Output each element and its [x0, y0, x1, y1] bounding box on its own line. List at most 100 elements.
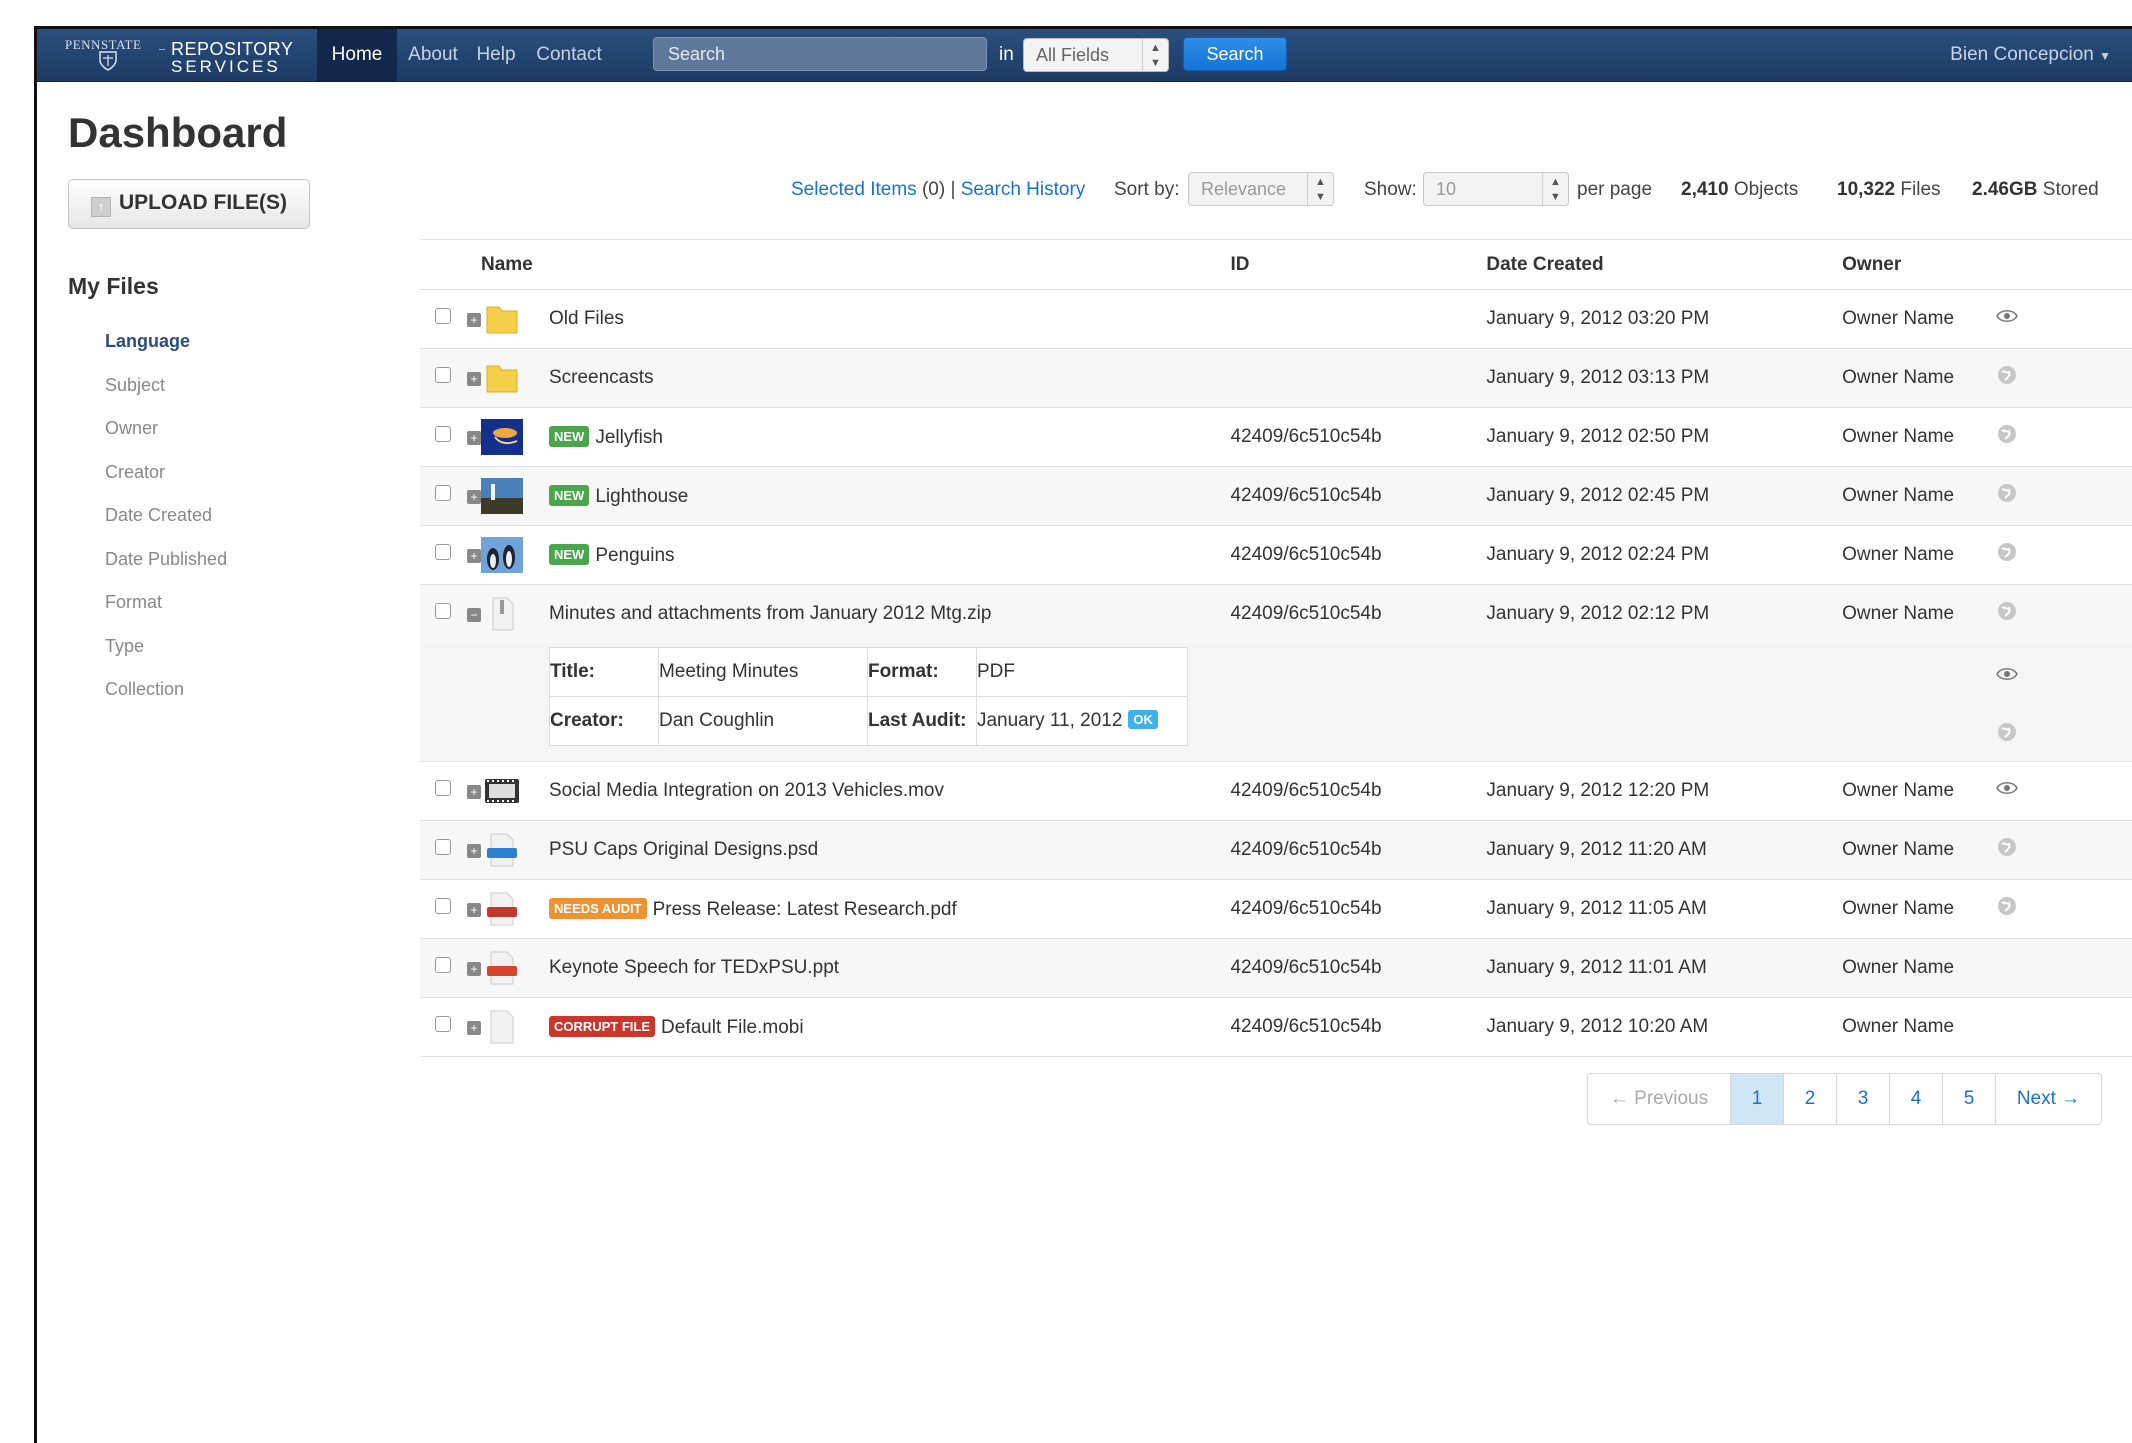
selected-items-link[interactable]: Selected Items — [791, 179, 917, 200]
eye-icon[interactable] — [1996, 777, 2018, 799]
pagination-previous[interactable]: ← Previous — [1588, 1074, 1730, 1124]
upload-files-button[interactable]: ↑ UPLOAD FILE(S) — [68, 179, 310, 229]
file-name[interactable]: PSU Caps Original Designs.psd — [548, 820, 1231, 880]
file-name[interactable]: Keynote Speech for TEDxPSU.ppt — [548, 938, 1231, 998]
table-row[interactable]: + NEEDS AUDIT Press Release: Latest Resea… — [420, 879, 2132, 939]
table-row[interactable]: + PSU Caps Original Designs.psd 42409/6c… — [420, 820, 2132, 880]
row-checkbox[interactable] — [435, 367, 451, 383]
header-name[interactable]: Name — [481, 239, 1231, 290]
globe-icon[interactable] — [1996, 482, 2018, 504]
header-date-created[interactable]: Date Created — [1486, 239, 1843, 290]
search-button[interactable]: Search — [1183, 37, 1287, 71]
file-date: January 9, 2012 11:01 AM — [1486, 938, 1843, 998]
file-name-cell[interactable]: NEW Penguins — [548, 525, 1231, 585]
expand-icon[interactable]: + — [467, 431, 481, 445]
file-name[interactable]: Social Media Integration on 2013 Vehicle… — [548, 761, 1231, 821]
search-input[interactable] — [653, 37, 987, 71]
collapse-icon[interactable]: − — [467, 608, 481, 622]
meta-audit-cell: January 11, 2012 OK — [975, 696, 1188, 746]
header-owner[interactable]: Owner — [1842, 239, 1997, 290]
globe-icon[interactable] — [1996, 836, 2018, 858]
table-row[interactable]: + Screencasts January 9, 2012 03:13 PM O… — [420, 348, 2132, 408]
globe-icon[interactable] — [1996, 423, 2018, 445]
expand-icon[interactable]: + — [467, 1021, 481, 1035]
globe-icon[interactable] — [1996, 541, 2018, 563]
nav-contact[interactable]: Contact — [529, 29, 609, 81]
expand-icon[interactable]: + — [467, 549, 481, 563]
table-row[interactable]: + NEW Penguins 42409/6c510c54b January 9,… — [420, 525, 2132, 585]
nav-about[interactable]: About — [403, 29, 463, 81]
expand-icon[interactable]: + — [467, 785, 481, 799]
pagination-next[interactable]: Next → — [1995, 1074, 2101, 1124]
new-badge: NEW — [548, 484, 590, 506]
file-date: January 9, 2012 12:20 PM — [1486, 761, 1843, 821]
facet-language[interactable]: Language — [105, 331, 190, 352]
file-name-cell[interactable]: NEEDS AUDIT Press Release: Latest Researc… — [548, 879, 1231, 939]
nav-help[interactable]: Help — [471, 29, 521, 81]
globe-icon[interactable] — [1996, 721, 2018, 743]
pagination-page-4[interactable]: 4 — [1889, 1074, 1942, 1124]
pdf-file-icon — [487, 892, 517, 926]
pagination-page-5[interactable]: 5 — [1942, 1074, 1995, 1124]
facet-date-published[interactable]: Date Published — [105, 549, 227, 570]
table-row[interactable]: − Minutes and attachments from January 2… — [420, 584, 2132, 643]
row-checkbox[interactable] — [435, 898, 451, 914]
table-row[interactable]: + Keynote Speech for TEDxPSU.ppt 42409/6… — [420, 938, 2132, 998]
facet-collection[interactable]: Collection — [105, 679, 184, 700]
expand-icon[interactable]: + — [467, 313, 481, 327]
brand-logo[interactable]: PENNSTATE REPOSITORY SERVICES — [65, 35, 315, 76]
facet-creator[interactable]: Creator — [105, 462, 165, 483]
facet-format[interactable]: Format — [105, 592, 162, 613]
eye-icon[interactable] — [1996, 305, 2018, 327]
file-name[interactable]: Minutes and attachments from January 201… — [548, 584, 1231, 643]
expand-icon[interactable]: + — [467, 372, 481, 386]
pagination: ← Previous 1 2 3 4 5 Next → — [1587, 1073, 2102, 1125]
pagination-page-3[interactable]: 3 — [1836, 1074, 1889, 1124]
globe-icon[interactable] — [1996, 895, 2018, 917]
file-date: January 9, 2012 02:24 PM — [1486, 525, 1843, 585]
expand-icon[interactable]: + — [467, 962, 481, 976]
facet-date-created[interactable]: Date Created — [105, 505, 212, 526]
row-checkbox[interactable] — [435, 839, 451, 855]
row-checkbox[interactable] — [435, 308, 451, 324]
table-row[interactable]: + Old Files January 9, 2012 03:20 PM Own… — [420, 289, 2132, 349]
table-row[interactable]: + NEW Jellyfish 42409/6c510c54b January 9… — [420, 407, 2132, 467]
per-page-select[interactable]: 10 ▲ ▼ — [1423, 172, 1569, 206]
nav-home[interactable]: Home — [317, 29, 397, 81]
file-name-cell[interactable]: NEW Jellyfish — [548, 407, 1231, 467]
file-name-cell[interactable]: CORRUPT FILE Default File.mobi — [548, 997, 1231, 1057]
row-checkbox[interactable] — [435, 544, 451, 560]
table-row[interactable]: + NEW Lighthouse 42409/6c510c54b January … — [420, 466, 2132, 526]
row-checkbox[interactable] — [435, 603, 451, 619]
row-checkbox[interactable] — [435, 426, 451, 442]
row-checkbox[interactable] — [435, 780, 451, 796]
row-checkbox[interactable] — [435, 1016, 451, 1032]
select-arrows-icon: ▲ ▼ — [1307, 173, 1333, 205]
pagination-page-1[interactable]: 1 — [1730, 1074, 1783, 1124]
facet-owner[interactable]: Owner — [105, 418, 158, 439]
user-menu[interactable]: Bien Concepcion ▼ — [1950, 29, 2111, 82]
table-row[interactable]: + Social Media Integration on 2013 Vehic… — [420, 761, 2132, 821]
expand-icon[interactable]: + — [467, 844, 481, 858]
psd-file-icon — [487, 833, 517, 867]
file-name-cell[interactable]: NEW Lighthouse — [548, 466, 1231, 526]
facet-subject[interactable]: Subject — [105, 375, 165, 396]
globe-icon[interactable] — [1996, 364, 2018, 386]
globe-icon[interactable] — [1996, 600, 2018, 622]
header-id[interactable]: ID — [1230, 239, 1487, 290]
expand-icon[interactable]: + — [467, 903, 481, 917]
table-row[interactable]: + CORRUPT FILE Default File.mobi 42409/6c… — [420, 997, 2132, 1057]
row-checkbox[interactable] — [435, 485, 451, 501]
file-name[interactable]: Screencasts — [548, 348, 1231, 408]
row-checkbox[interactable] — [435, 957, 451, 973]
search-field-select[interactable]: All Fields ▲ ▼ — [1023, 38, 1169, 72]
sort-select[interactable]: Relevance ▲ ▼ — [1188, 172, 1334, 206]
per-page-label: per page — [1577, 179, 1653, 200]
file-name[interactable]: Old Files — [548, 289, 1231, 349]
expand-icon[interactable]: + — [467, 490, 481, 504]
top-navbar: PENNSTATE REPOSITORY SERVICES Home About… — [37, 29, 2132, 82]
pagination-page-2[interactable]: 2 — [1783, 1074, 1836, 1124]
facet-type[interactable]: Type — [105, 636, 144, 657]
eye-icon[interactable] — [1996, 663, 2018, 685]
search-history-link[interactable]: Search History — [961, 179, 1086, 200]
